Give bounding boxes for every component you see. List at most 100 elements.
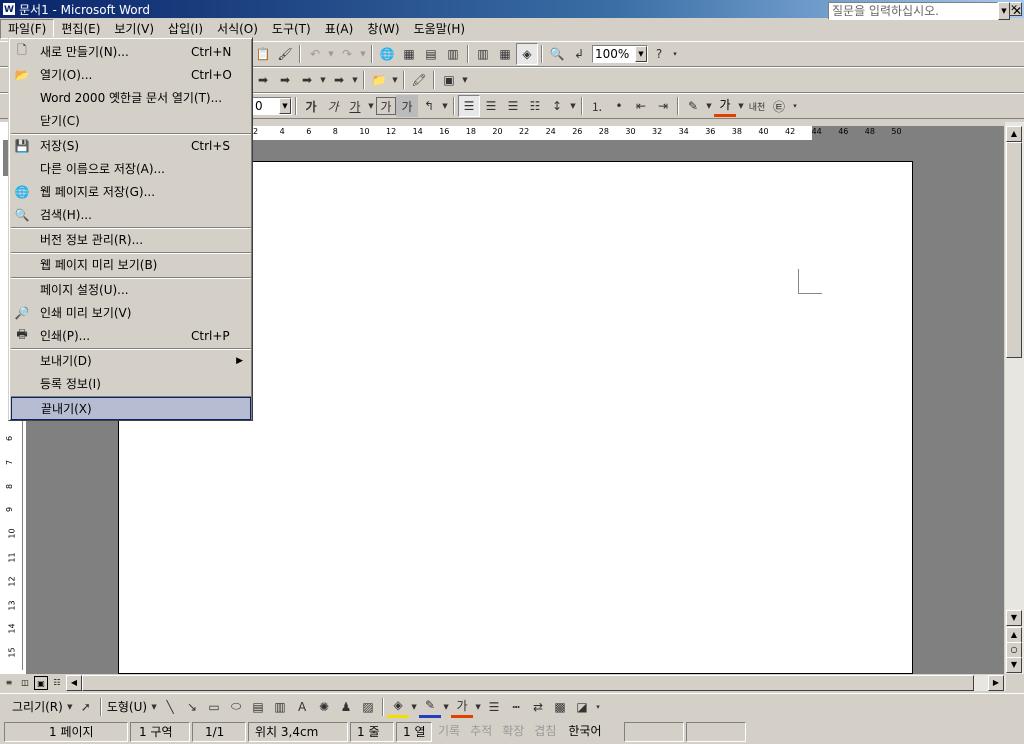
file-menu-open[interactable]: 📂 열기(O)... Ctrl+O — [11, 63, 251, 86]
bold-button[interactable]: 가 — [300, 95, 322, 117]
redo-dropdown[interactable]: ▼ — [358, 43, 368, 65]
enclose-char-button[interactable]: ㉫ — [768, 95, 790, 117]
select-objects-button[interactable]: ➚ — [75, 696, 97, 718]
columns-button[interactable]: ▥ — [472, 43, 494, 65]
file-menu-save-as-web[interactable]: 🌐 웹 페이지로 저장(G)... — [11, 180, 251, 203]
menu-file[interactable]: 파일(F) — [0, 19, 55, 39]
file-menu-properties[interactable]: 등록 정보(I) — [11, 372, 251, 395]
vertical-text-box-button[interactable]: ▥ — [269, 696, 291, 718]
arrow-tool-3[interactable]: ➡ — [296, 69, 318, 91]
draw-menu-dropdown[interactable]: ▼ — [65, 696, 75, 718]
web-view-button[interactable]: ◫ — [18, 676, 32, 690]
file-menu-versions[interactable]: 버전 정보 관리(R)... — [11, 228, 251, 251]
drawing-button[interactable]: ▦ — [494, 43, 516, 65]
font-size-combo[interactable]: 0 ▼ — [252, 97, 292, 115]
menu-window[interactable]: 창(W) — [360, 19, 406, 39]
line-style-button[interactable]: ☰ — [483, 696, 505, 718]
zoom-combo[interactable]: 100% ▼ — [592, 45, 648, 63]
insert-picture-button[interactable]: ▨ — [357, 696, 379, 718]
file-menu-search[interactable]: 🔍 검색(H)... — [11, 203, 251, 226]
horizontal-scrollbar[interactable]: ◀ ▶ — [66, 675, 1006, 691]
file-menu-save-as[interactable]: 다른 이름으로 저장(A)... — [11, 157, 251, 180]
arrow-tool-1[interactable]: ➡ — [252, 69, 274, 91]
line-spacing-dropdown[interactable]: ▼ — [568, 95, 578, 117]
autoshapes-dropdown[interactable]: ▼ — [149, 696, 159, 718]
line-spacing-button[interactable]: ↰ — [418, 95, 440, 117]
file-menu-save[interactable]: 💾 저장(S) Ctrl+S — [11, 134, 251, 157]
menu-format[interactable]: 서식(O) — [210, 19, 265, 39]
text-box-button[interactable]: ▤ — [247, 696, 269, 718]
paint-tool[interactable]: 🖍 — [408, 69, 430, 91]
arrow-dropdown[interactable]: ▼ — [318, 69, 328, 91]
oval-button[interactable]: ⬭ — [225, 696, 247, 718]
print-layout-button[interactable]: ▣ — [34, 675, 48, 690]
distribute-button[interactable]: ☷ — [524, 95, 546, 117]
previous-page-button[interactable]: ▲ — [1006, 627, 1022, 643]
highlight-button[interactable]: ✎ — [682, 95, 704, 117]
scroll-right-button[interactable]: ▶ — [988, 675, 1004, 691]
highlight-dropdown[interactable]: ▼ — [704, 95, 714, 117]
ask-question-input[interactable]: 질문을 입력하십시오. — [828, 2, 998, 20]
scroll-down-button[interactable]: ▼ — [1006, 610, 1022, 626]
file-menu-new[interactable]: 🗋 새로 만들기(N)... Ctrl+N — [11, 40, 251, 63]
chevron-down-icon[interactable]: ▼ — [635, 46, 647, 62]
outline-view-button[interactable]: ☷ — [50, 676, 64, 690]
scroll-up-button[interactable]: ▲ — [1006, 126, 1022, 142]
char-border-button[interactable]: 가 — [376, 97, 396, 115]
insert-excel-button[interactable]: ▥ — [442, 43, 464, 65]
folder-dropdown[interactable]: ▼ — [390, 69, 400, 91]
fill-color-dropdown[interactable]: ▼ — [409, 696, 419, 718]
toolbar-options-2[interactable]: ▾ — [790, 95, 800, 117]
increase-indent-button[interactable]: ⇥ — [652, 95, 674, 117]
wordart-button[interactable]: A — [291, 696, 313, 718]
justify-button[interactable]: ☰ — [458, 95, 480, 117]
undo-button[interactable]: ↶ — [304, 43, 326, 65]
file-menu-page-setup[interactable]: 페이지 설정(U)... — [11, 278, 251, 301]
arrow-tool-2[interactable]: ➡ — [274, 69, 296, 91]
tables-borders-button[interactable]: ▦ — [398, 43, 420, 65]
dash-style-button[interactable]: ┅ — [505, 696, 527, 718]
bullets-button[interactable]: • — [608, 95, 630, 117]
redo-button[interactable]: ↷ — [336, 43, 358, 65]
normal-view-button[interactable]: ≡ — [2, 676, 16, 690]
menu-help[interactable]: 도움말(H) — [407, 19, 473, 39]
insert-hyperlink-button[interactable]: 🌐 — [376, 43, 398, 65]
file-menu-print[interactable]: 🖶 인쇄(P)... Ctrl+P — [11, 324, 251, 347]
file-menu-print-preview[interactable]: 🔎 인쇄 미리 보기(V) — [11, 301, 251, 324]
paste-button[interactable]: 📋 — [252, 43, 274, 65]
file-menu-web-preview[interactable]: 웹 페이지 미리 보기(B) — [11, 253, 251, 276]
menu-table[interactable]: 표(A) — [318, 19, 361, 39]
document-map-button[interactable]: ◈ — [516, 43, 538, 65]
ask-question-dropdown[interactable]: ▼ — [998, 2, 1010, 20]
document-close-button[interactable]: ✕ — [1012, 4, 1022, 18]
line-color-button[interactable]: ✎ — [419, 696, 442, 718]
arrow-button[interactable]: ↘ — [181, 696, 203, 718]
menu-view[interactable]: 보기(V) — [107, 19, 161, 39]
underline-dropdown[interactable]: ▼ — [366, 95, 376, 117]
arrow-dropdown-2[interactable]: ▼ — [350, 69, 360, 91]
line-button[interactable]: ╲ — [159, 696, 181, 718]
next-page-button[interactable]: ▼ — [1006, 657, 1022, 673]
menu-tools[interactable]: 도구(T) — [265, 19, 318, 39]
menu-insert[interactable]: 삽입(I) — [161, 19, 210, 39]
decrease-indent-button[interactable]: ⇤ — [630, 95, 652, 117]
line-spacing-button-2[interactable]: ↕ — [546, 95, 568, 117]
arrow-style-button[interactable]: ⇄ — [527, 696, 549, 718]
status-trk[interactable]: 추적 — [466, 722, 496, 742]
align-center-button[interactable]: ☰ — [480, 95, 502, 117]
font-color-dropdown[interactable]: ▼ — [736, 95, 746, 117]
text-box-tool[interactable]: ▣ — [438, 69, 460, 91]
file-menu-open-old-hangul[interactable]: Word 2000 옛한글 문서 열기(T)... — [11, 86, 251, 109]
italic-button[interactable]: 가 — [322, 95, 344, 117]
show-hide-button[interactable]: 🔍 — [546, 43, 568, 65]
status-ext[interactable]: 확장 — [498, 722, 528, 742]
chevron-down-icon[interactable]: ▼ — [279, 98, 291, 114]
ruby-button[interactable]: 내천 — [746, 95, 768, 117]
clip-art-button[interactable]: ♟ — [335, 696, 357, 718]
underline-button[interactable]: 가 — [344, 95, 366, 117]
file-menu-exit[interactable]: 끝내기(X) — [11, 397, 251, 420]
insert-table-button[interactable]: ▤ — [420, 43, 442, 65]
word-app-icon[interactable]: W — [2, 2, 16, 16]
text-direction-dropdown[interactable]: ▼ — [440, 95, 450, 117]
draw-menu-button[interactable]: 그리기(R) — [10, 697, 65, 717]
